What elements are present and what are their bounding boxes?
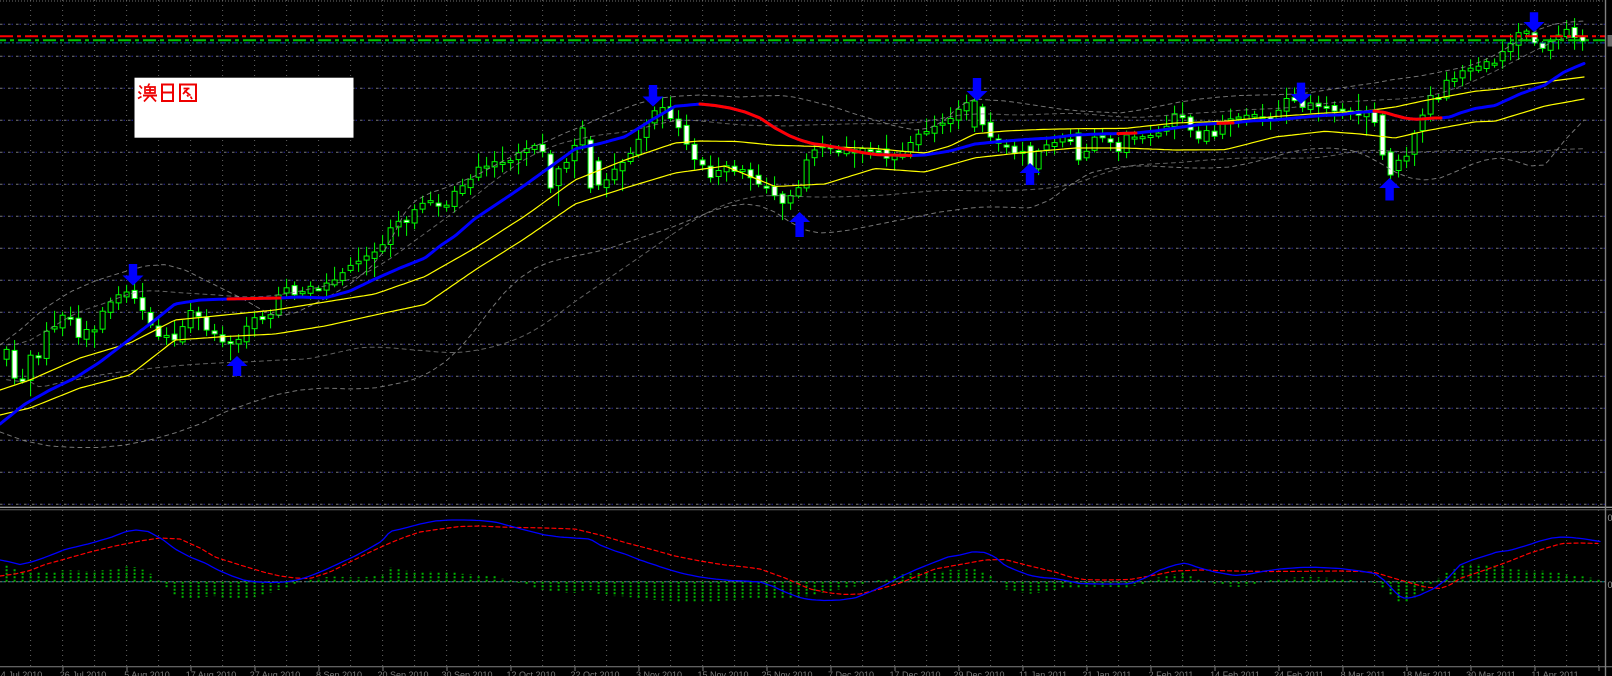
svg-text:20 Sep 2010: 20 Sep 2010 [377,670,428,676]
svg-text:3 Nov 2010: 3 Nov 2010 [636,670,682,676]
svg-text:14 Feb 2011: 14 Feb 2011 [1210,670,1260,676]
svg-text:5 Aug 2010: 5 Aug 2010 [124,670,170,676]
svg-text:0: 0 [1608,580,1612,590]
svg-text:11 Apr 2011: 11 Apr 2011 [1531,670,1578,676]
svg-text:8 Mar 2011: 8 Mar 2011 [1341,670,1386,676]
svg-text:12 Oct 2010: 12 Oct 2010 [506,670,555,676]
svg-text:7 Dec 2010: 7 Dec 2010 [828,670,874,676]
svg-text:26 Jul 2010: 26 Jul 2010 [60,670,107,676]
svg-text:24 Feb 2011: 24 Feb 2011 [1274,670,1324,676]
svg-text:14 Jul 2010: 14 Jul 2010 [0,670,42,676]
svg-text:11 Jan 2011: 11 Jan 2011 [1019,670,1067,676]
svg-text:2 Feb 2011: 2 Feb 2011 [1149,670,1194,676]
svg-text:18 Mar 2011: 18 Mar 2011 [1402,670,1452,676]
svg-text:30 Sep 2010: 30 Sep 2010 [441,670,492,676]
svg-text:17 Dec 2010: 17 Dec 2010 [889,670,940,676]
svg-text:29 Dec 2010: 29 Dec 2010 [953,670,1004,676]
svg-text:8 Sep 2010: 8 Sep 2010 [316,670,362,676]
svg-text:27 Aug 2010: 27 Aug 2010 [250,670,301,676]
svg-text:15 Nov 2010: 15 Nov 2010 [697,670,748,676]
svg-text:0: 0 [1608,513,1612,523]
svg-text:25 Nov 2010: 25 Nov 2010 [761,670,812,676]
svg-text:22 Oct 2010: 22 Oct 2010 [570,670,619,676]
svg-text:17 Aug 2010: 17 Aug 2010 [186,670,237,676]
svg-text:21 Jan 2011: 21 Jan 2011 [1083,670,1132,676]
svg-text:30 Mar 2011: 30 Mar 2011 [1466,670,1516,676]
